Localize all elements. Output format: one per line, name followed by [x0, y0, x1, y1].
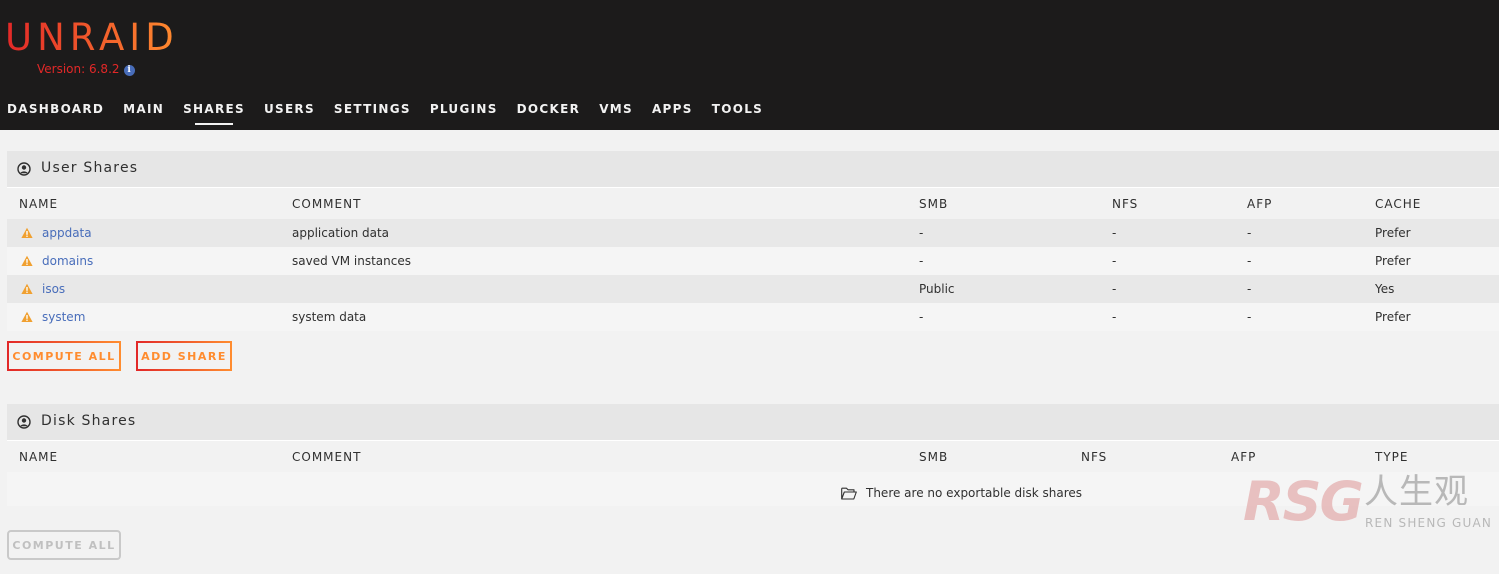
empty-message: There are no exportable disk shares [866, 486, 1083, 500]
nav-settings[interactable]: SETTINGS [334, 101, 411, 117]
disk-user-icon [17, 415, 31, 429]
add-share-button[interactable]: ADD SHARE [136, 341, 232, 371]
share-smb[interactable]: - [919, 226, 923, 240]
share-afp[interactable]: - [1247, 226, 1251, 240]
col-nfs[interactable]: NFS [1112, 197, 1138, 211]
col-nfs[interactable]: NFS [1081, 450, 1107, 464]
share-cache: Prefer [1375, 254, 1411, 268]
share-smb[interactable]: Public [919, 282, 955, 296]
share-smb[interactable]: - [919, 254, 923, 268]
share-nfs[interactable]: - [1112, 310, 1116, 324]
col-name[interactable]: NAME [19, 450, 58, 464]
disk-shares-title-bar: Disk Shares [7, 404, 1499, 441]
rsg-watermark: RSG 人生观 REN SHENG GUAN [1243, 470, 1499, 534]
share-smb[interactable]: - [919, 310, 923, 324]
user-shares-header-row: NAME COMMENT SMB NFS AFP CACHE [7, 188, 1499, 219]
col-comment[interactable]: COMMENT [292, 197, 361, 211]
col-name[interactable]: NAME [19, 197, 58, 211]
share-cache: Prefer [1375, 310, 1411, 324]
col-comment[interactable]: COMMENT [292, 450, 361, 464]
unraid-logo[interactable]: UNRAID [5, 16, 179, 60]
warning-icon[interactable] [21, 283, 33, 295]
share-name-link[interactable]: system [42, 310, 85, 324]
user-shares-title-bar: User Shares [7, 151, 1499, 188]
share-comment: system data [292, 310, 367, 324]
compute-all-disk-button[interactable]: COMPUTE ALL [7, 530, 121, 560]
warning-icon[interactable] [21, 255, 33, 267]
disk-shares-title: Disk Shares [41, 413, 137, 429]
version-text: Version: 6.8.2 [37, 62, 120, 76]
share-name-link[interactable]: domains [42, 254, 93, 268]
nav-main[interactable]: MAIN [123, 101, 164, 117]
col-afp[interactable]: AFP [1247, 197, 1272, 211]
disk-shares-header-row: NAME COMMENT SMB NFS AFP TYPE [7, 441, 1499, 472]
share-afp[interactable]: - [1247, 254, 1251, 268]
share-name-link[interactable]: appdata [42, 226, 92, 240]
nav-users[interactable]: USERS [264, 101, 315, 117]
folder-open-icon [841, 487, 857, 500]
nav-tools[interactable]: TOOLS [712, 101, 763, 117]
share-cache: Prefer [1375, 226, 1411, 240]
user-circle-icon [17, 162, 31, 176]
watermark-english: REN SHENG GUAN [1365, 516, 1493, 530]
main-nav: DASHBOARD MAIN SHARES USERS SETTINGS PLU… [7, 101, 782, 125]
version-label: Version: 6.8.2 i [37, 62, 135, 76]
table-row: domains saved VM instances - - - Prefer [7, 247, 1499, 275]
share-name-link[interactable]: isos [42, 282, 65, 296]
share-comment: saved VM instances [292, 254, 411, 268]
table-row: system system data - - - Prefer [7, 303, 1499, 331]
nav-shares[interactable]: SHARES [183, 101, 245, 125]
warning-icon[interactable] [21, 227, 33, 239]
share-nfs[interactable]: - [1112, 254, 1116, 268]
share-cache: Yes [1375, 282, 1395, 296]
share-afp[interactable]: - [1247, 282, 1251, 296]
share-afp[interactable]: - [1247, 310, 1251, 324]
watermark-brand: RSG [1243, 470, 1364, 533]
nav-apps[interactable]: APPS [652, 101, 693, 117]
col-smb[interactable]: SMB [919, 197, 948, 211]
warning-icon[interactable] [21, 311, 33, 323]
compute-all-button[interactable]: COMPUTE ALL [7, 341, 121, 371]
watermark-chinese: 人生观 [1364, 472, 1469, 512]
col-afp[interactable]: AFP [1231, 450, 1256, 464]
nav-plugins[interactable]: PLUGINS [430, 101, 498, 117]
share-nfs[interactable]: - [1112, 282, 1116, 296]
nav-docker[interactable]: DOCKER [517, 101, 581, 117]
info-icon[interactable]: i [123, 65, 135, 76]
col-type[interactable]: TYPE [1375, 450, 1408, 464]
col-cache[interactable]: CACHE [1375, 197, 1421, 211]
nav-dashboard[interactable]: DASHBOARD [7, 101, 104, 117]
table-row: isos Public - - Yes [7, 275, 1499, 303]
nav-vms[interactable]: VMS [599, 101, 633, 117]
col-smb[interactable]: SMB [919, 450, 948, 464]
top-header: UNRAID Version: 6.8.2 i DASHBOARD MAIN SH… [0, 0, 1499, 130]
share-comment: application data [292, 226, 390, 240]
share-nfs[interactable]: - [1112, 226, 1116, 240]
user-shares-title: User Shares [41, 160, 139, 176]
table-row: appdata application data - - - Prefer [7, 219, 1499, 247]
